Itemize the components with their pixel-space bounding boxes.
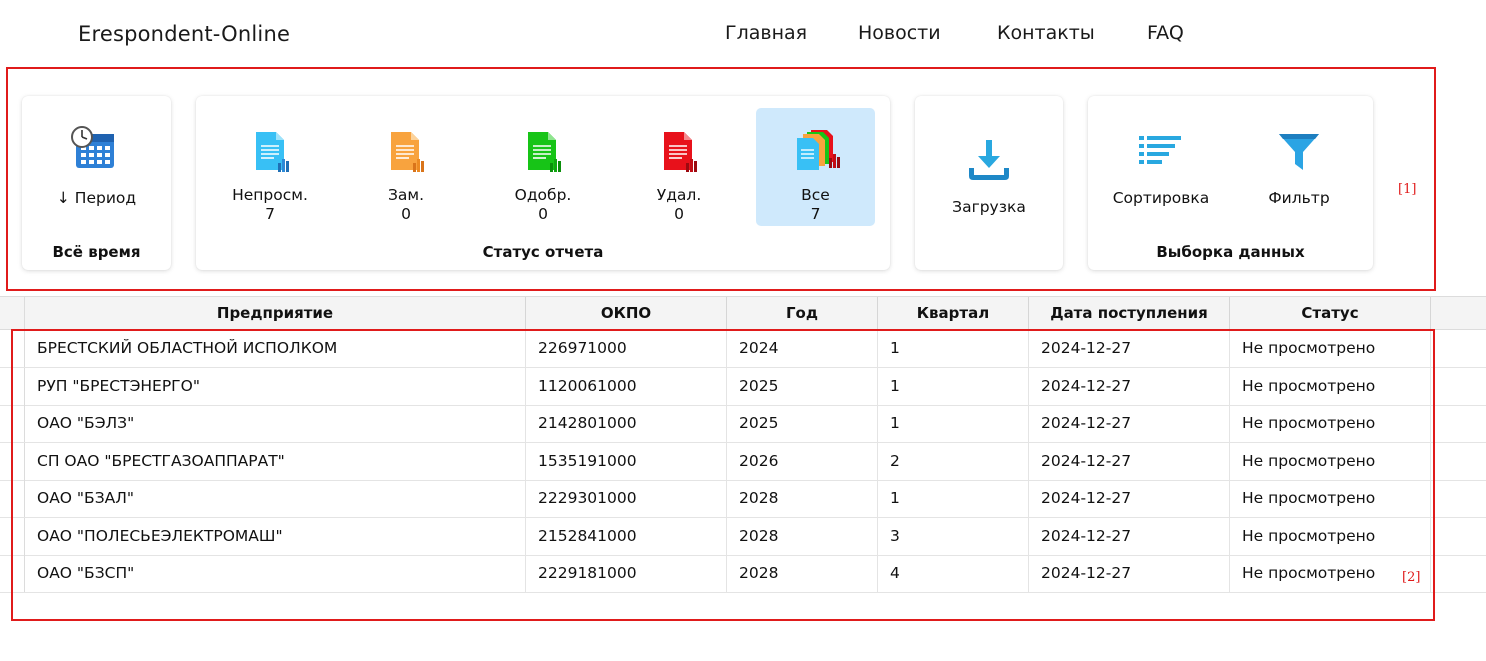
document-blue-icon: [252, 130, 292, 178]
sort-button-label: Сортировка: [1112, 189, 1210, 207]
status-tab-count: 0: [401, 205, 411, 223]
status-tab-unviewed[interactable]: Непросм. 7: [220, 108, 320, 226]
status-tab-label: Зам.: [387, 186, 425, 204]
nav-link-home[interactable]: Главная: [725, 22, 807, 44]
column-header-okpo[interactable]: ОКПО: [526, 297, 727, 330]
column-header-received-date[interactable]: Дата поступления: [1029, 297, 1230, 330]
column-header-status[interactable]: Статус: [1230, 297, 1431, 330]
upload-button-label: Загрузка: [952, 198, 1026, 216]
status-tab-count: 7: [265, 205, 275, 223]
status-tab-approved[interactable]: Одобр. 0: [493, 108, 593, 226]
status-tab-label: Одобр.: [514, 186, 572, 204]
nav-link-contacts[interactable]: Контакты: [997, 22, 1095, 44]
row-gutter: [0, 297, 25, 329]
filter-button-label: Фильтр: [1268, 189, 1330, 207]
nav-link-faq[interactable]: FAQ: [1147, 22, 1184, 44]
filter-button[interactable]: Фильтр: [1244, 126, 1354, 210]
document-orange-icon: [387, 130, 427, 178]
status-tab-deleted[interactable]: Удал. 0: [629, 108, 729, 226]
annotation-box-table: [11, 329, 1435, 621]
period-button-label: ↓ Период: [56, 189, 137, 207]
column-header-year[interactable]: Год: [727, 297, 878, 330]
status-tab-label: Все: [801, 186, 830, 204]
column-header-quarter[interactable]: Квартал: [878, 297, 1029, 330]
document-red-icon: [660, 130, 700, 178]
period-card: ↓ Период Всё время: [22, 96, 171, 270]
annotation-label-table: [2]: [1402, 570, 1421, 585]
status-tab-all[interactable]: Все 7: [756, 108, 875, 226]
calendar-clock-icon: [70, 126, 118, 176]
status-tab-count: 7: [810, 205, 821, 223]
selection-card-title: Выборка данных: [1156, 243, 1305, 261]
sort-button[interactable]: Сортировка: [1106, 126, 1216, 210]
status-card-title: Статус отчета: [482, 243, 604, 261]
download-icon: [965, 138, 1013, 186]
upload-button[interactable]: Загрузка: [915, 197, 1063, 217]
data-selection-card: Сортировка Фильтр Выборка данных: [1088, 96, 1373, 270]
period-value: Всё время: [52, 243, 141, 261]
table-header: Предприятие ОКПО Год Квартал Дата поступ…: [0, 296, 1486, 330]
status-tab-label: Непросм.: [232, 186, 308, 204]
nav-link-news[interactable]: Новости: [858, 22, 941, 44]
upload-card[interactable]: Загрузка: [915, 96, 1063, 270]
document-green-icon: [524, 130, 564, 178]
period-button[interactable]: ↓ Период: [22, 188, 171, 208]
annotation-label-toolbar: [1]: [1398, 182, 1417, 197]
brand-logo-text[interactable]: Erespondent-Online: [78, 22, 290, 46]
status-tab-remarks[interactable]: Зам. 0: [356, 108, 456, 226]
filter-funnel-icon: [1277, 130, 1321, 178]
sort-icon: [1139, 134, 1183, 174]
status-tab-label: Удал.: [656, 186, 702, 204]
status-tab-count: 0: [674, 205, 684, 223]
status-tab-count: 0: [538, 205, 548, 223]
column-header-enterprise[interactable]: Предприятие: [25, 297, 526, 330]
documents-stack-icon: [793, 128, 841, 178]
status-card: Непросм. 7 Зам. 0 Одобр. 0 Удал. 0 Все 7…: [196, 96, 890, 270]
